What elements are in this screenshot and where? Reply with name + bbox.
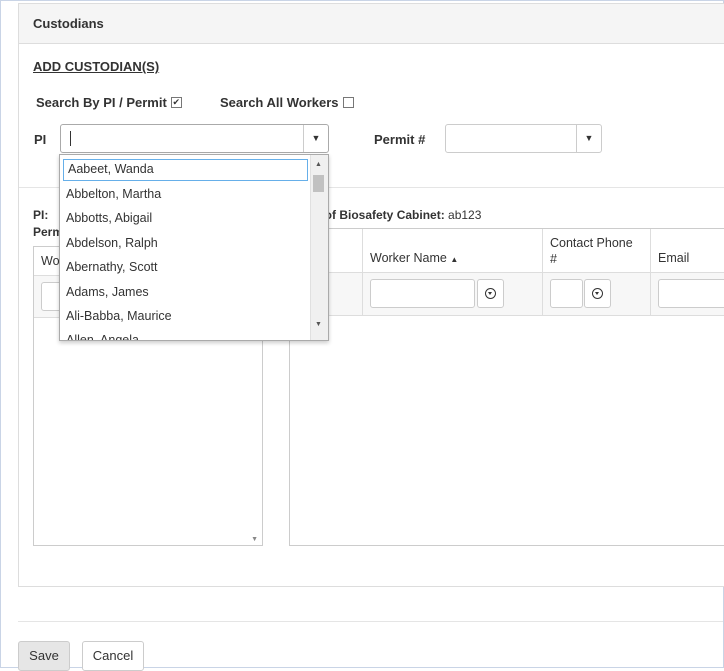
save-button[interactable]: Save (18, 641, 70, 671)
footer-divider (18, 621, 723, 622)
cancel-button[interactable]: Cancel (82, 641, 144, 671)
add-custodians-link[interactable]: ADD CUSTODIAN(S) (33, 59, 159, 74)
email-filter-input[interactable] (658, 279, 724, 308)
pi-option[interactable]: Allen, Angela (66, 333, 139, 340)
panel-title: Custodians (33, 16, 104, 31)
pi-option[interactable]: Abbotts, Abigail (66, 211, 152, 225)
pi-label: PI (34, 132, 47, 147)
permit-label: Permit # (374, 132, 426, 147)
worker-name-header[interactable]: Worker Name ▲ (370, 251, 458, 265)
search-by-pi-permit[interactable]: Search By PI / Permit ✔ (36, 95, 182, 110)
contact-phone-filter-button[interactable] (584, 279, 611, 308)
pi-info-label: PI: (33, 208, 49, 222)
text-cursor (70, 131, 71, 146)
workers-col-title[interactable]: Wo (41, 254, 60, 268)
panel-header: Custodians (19, 4, 724, 44)
permit-select[interactable]: ▼ (445, 124, 602, 153)
col-contact-phone: Contact Phone # (542, 229, 651, 315)
search-by-pi-checkbox[interactable]: ✔ (170, 97, 182, 109)
search-all-workers-label: Search All Workers (220, 95, 339, 110)
search-all-workers-checkbox[interactable] (342, 97, 354, 109)
custodians-grid: Worker Name ▲ Contact Phone # Email (289, 228, 724, 546)
col-worker-name: Worker Name ▲ (362, 229, 543, 315)
filter-icon (485, 288, 496, 299)
scroll-down-icon[interactable]: ▼ (315, 321, 322, 328)
cabinet-id: ab123 (448, 208, 482, 222)
scroll-up-icon[interactable]: ▲ (315, 161, 322, 168)
pi-dropdown-search[interactable]: Aabeet, Wanda (63, 159, 308, 181)
pi-select[interactable]: ▼ (60, 124, 329, 153)
pi-option[interactable]: Adams, James (66, 285, 149, 299)
search-all-workers[interactable]: Search All Workers (220, 95, 354, 110)
page-frame: Custodians ADD CUSTODIAN(S) Search By PI… (0, 0, 724, 671)
pi-option[interactable]: Abdelson, Ralph (66, 236, 158, 250)
scrollbar-thumb[interactable] (313, 175, 324, 192)
contact-phone-filter-input[interactable] (550, 279, 583, 308)
dropdown-scrollbar[interactable]: ▲ ▼ (310, 155, 328, 340)
sort-asc-icon: ▲ (450, 255, 459, 264)
scroll-down-icon[interactable]: ▼ (251, 536, 258, 543)
pi-option[interactable]: Abbelton, Martha (66, 187, 161, 201)
contact-phone-header[interactable]: Contact Phone # (550, 235, 633, 267)
pi-option[interactable]: Ali-Babba, Maurice (66, 309, 172, 323)
email-header[interactable]: Email (658, 251, 689, 265)
search-by-pi-label: Search By PI / Permit (36, 95, 167, 110)
filter-icon (592, 288, 603, 299)
pi-option[interactable]: Abernathy, Scott (66, 260, 158, 274)
worker-name-filter-input[interactable] (370, 279, 475, 308)
chevron-down-icon[interactable]: ▼ (304, 125, 328, 152)
worker-name-filter-button[interactable] (477, 279, 504, 308)
col-email: Email (650, 229, 724, 315)
pi-dropdown: Aabeet, Wanda Abbelton, Martha Abbotts, … (59, 154, 329, 341)
chevron-down-icon[interactable]: ▼ (577, 125, 601, 152)
